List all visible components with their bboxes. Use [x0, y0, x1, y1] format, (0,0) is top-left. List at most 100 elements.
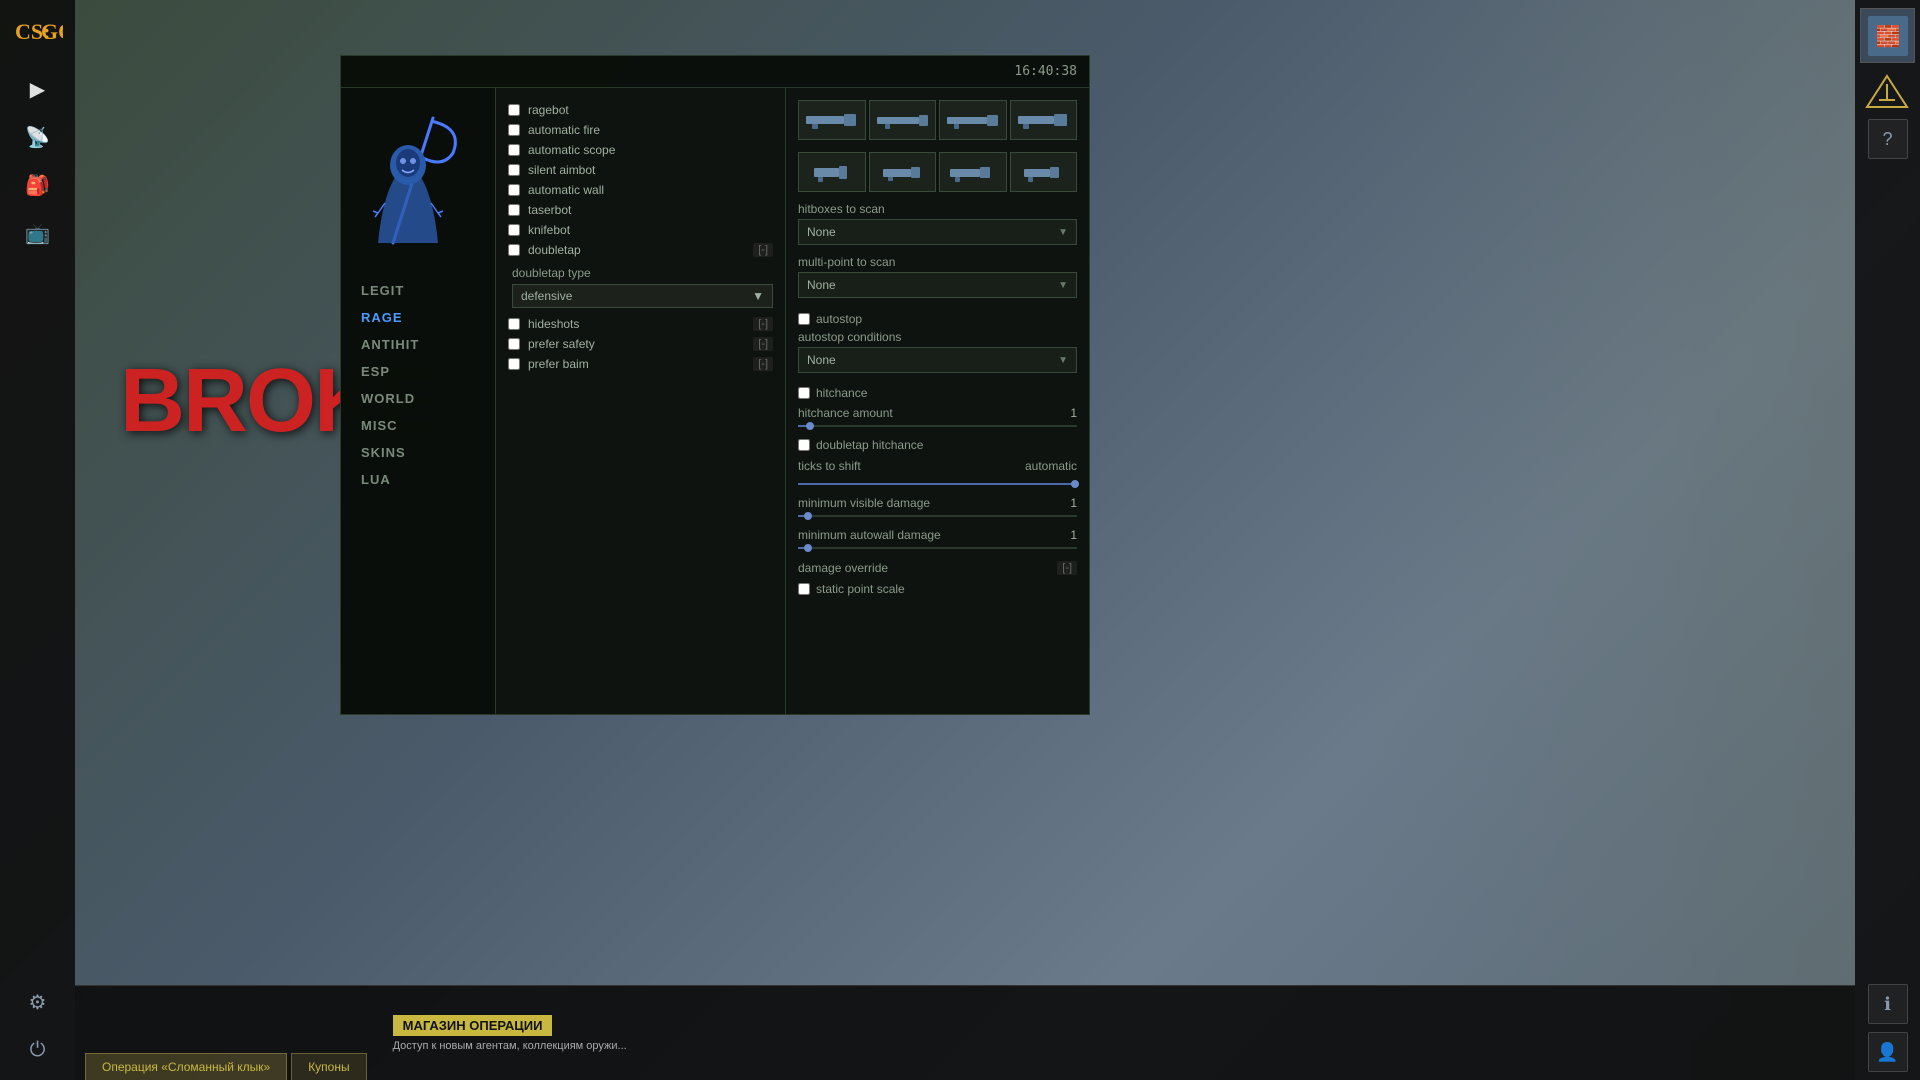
doubletap-item: doubletap [-]	[508, 240, 773, 260]
power-icon[interactable]: ⏻	[16, 1028, 60, 1072]
multipoint-value: None	[807, 278, 836, 292]
static-point-scale-row: static point scale	[798, 579, 1077, 599]
settings-icon[interactable]: ⚙	[16, 980, 60, 1024]
weapon-btn-3[interactable]	[939, 100, 1007, 140]
nav-esp[interactable]: ESP	[351, 359, 485, 384]
automatic-scope-label: automatic scope	[528, 143, 773, 157]
inventory-icon[interactable]: 🎒	[16, 163, 60, 207]
nav-legit[interactable]: LEGIT	[351, 278, 485, 303]
weapon-btn-7[interactable]	[939, 152, 1007, 192]
knifebot-checkbox[interactable]	[508, 224, 520, 236]
nav-rage[interactable]: RAGE	[351, 305, 485, 330]
doubletap-type-value: defensive	[521, 289, 572, 303]
right-panel: hitboxes to scan None ▼ multi-point to s…	[786, 88, 1089, 714]
weapon-btn-8[interactable]	[1010, 152, 1078, 192]
hacker-menu: 16:40:38	[340, 55, 1090, 715]
ragebot-checkbox[interactable]	[508, 104, 520, 116]
automatic-fire-checkbox[interactable]	[508, 124, 520, 136]
broadcast-icon[interactable]: 📡	[16, 115, 60, 159]
doubletap-label: doubletap	[528, 243, 745, 257]
automatic-wall-checkbox[interactable]	[508, 184, 520, 196]
hitchance-amount-value: 1	[1070, 406, 1077, 420]
left-sidebar: CS: GO ▶ 📡 🎒 📺 ⚙ ⏻	[0, 0, 75, 1080]
multipoint-label: multi-point to scan	[798, 255, 1077, 269]
doubletap-hitchance-label: doubletap hitchance	[816, 438, 1077, 452]
nav-misc[interactable]: MISC	[351, 413, 485, 438]
hitchance-row: hitchance	[798, 383, 1077, 403]
autostop-conditions-section: autostop conditions None ▼	[798, 330, 1077, 373]
weapon-btn-6[interactable]	[869, 152, 937, 192]
nav-skins[interactable]: SKINS	[351, 440, 485, 465]
logo-nav-section: LEGIT RAGE ANTIHIT ESP WORLD MISC SKINS …	[341, 88, 496, 714]
avatar[interactable]: 🧱	[1860, 8, 1915, 63]
hitboxes-dropdown[interactable]: None ▼	[798, 219, 1077, 245]
prefer-baim-keybind[interactable]: [-]	[753, 357, 773, 371]
min-autowall-damage-value: 1	[1070, 528, 1077, 542]
min-autowall-damage-slider[interactable]	[798, 547, 1077, 549]
hitchance-amount-slider[interactable]	[798, 425, 1077, 427]
ticks-to-shift-slider[interactable]	[798, 483, 1077, 485]
taserbot-checkbox[interactable]	[508, 204, 520, 216]
svg-text:GO: GO	[41, 19, 63, 44]
profile-icon[interactable]: 👤	[1868, 1032, 1908, 1072]
hideshots-label: hideshots	[528, 317, 745, 331]
ragebot-label: ragebot	[528, 103, 773, 117]
multipoint-arrow: ▼	[1058, 280, 1068, 291]
nav-world[interactable]: WORLD	[351, 386, 485, 411]
prefer-baim-checkbox[interactable]	[508, 358, 520, 370]
doubletap-checkbox[interactable]	[508, 244, 520, 256]
autostop-conditions-value: None	[807, 353, 836, 367]
damage-override-row: damage override [-]	[798, 557, 1077, 579]
hitchance-amount-row: hitchance amount 1	[798, 403, 1077, 423]
nav-lua[interactable]: LUA	[351, 467, 485, 492]
automatic-fire-item: automatic fire	[508, 120, 773, 140]
play-icon[interactable]: ▶	[16, 67, 60, 111]
min-visible-damage-slider[interactable]	[798, 515, 1077, 517]
weapon-btn-4[interactable]	[1010, 100, 1078, 140]
left-panel: ragebot automatic fire automatic scope s…	[496, 88, 786, 714]
hitchance-checkbox[interactable]	[798, 387, 810, 399]
prefer-baim-label: prefer baim	[528, 357, 745, 371]
automatic-scope-checkbox[interactable]	[508, 144, 520, 156]
tab-operation[interactable]: Операция «Сломанный клык»	[85, 1053, 287, 1080]
silent-aimbot-checkbox[interactable]	[508, 164, 520, 176]
min-visible-damage-row: minimum visible damage 1	[798, 493, 1077, 513]
promo-title[interactable]: МАГАЗИН ОПЕРАЦИИ	[393, 1015, 553, 1036]
hideshots-keybind[interactable]: [-]	[753, 317, 773, 331]
doubletap-type-dropdown[interactable]: defensive ▼	[512, 284, 773, 308]
nav-antihit[interactable]: ANTIHIT	[351, 332, 485, 357]
hitboxes-label: hitboxes to scan	[798, 202, 1077, 216]
autostop-row: autostop	[798, 308, 1077, 330]
damage-override-keybind[interactable]: [-]	[1057, 561, 1077, 575]
right-sidebar: 🧱 ? ℹ 👤	[1855, 0, 1920, 1080]
automatic-fire-label: automatic fire	[528, 123, 773, 137]
info-icon[interactable]: ℹ	[1868, 984, 1908, 1024]
hideshots-checkbox[interactable]	[508, 318, 520, 330]
prefer-safety-keybind[interactable]: [-]	[753, 337, 773, 351]
doubletap-type-section: doubletap type defensive ▼	[508, 266, 773, 308]
doubletap-keybind[interactable]: [-]	[753, 243, 773, 257]
weapon-grid-row1	[798, 100, 1077, 140]
autostop-conditions-dropdown[interactable]: None ▼	[798, 347, 1077, 373]
bottom-tabs: Операция «Сломанный клык» Купоны	[75, 986, 377, 1080]
doubletap-hitchance-checkbox[interactable]	[798, 439, 810, 451]
help-icon[interactable]: ?	[1868, 119, 1908, 159]
csgo-logo: CS: GO	[10, 8, 65, 53]
multipoint-dropdown[interactable]: None ▼	[798, 272, 1077, 298]
prefer-safety-checkbox[interactable]	[508, 338, 520, 350]
hitboxes-section: hitboxes to scan None ▼	[798, 202, 1077, 245]
menu-header: 16:40:38	[341, 56, 1089, 88]
static-point-scale-checkbox[interactable]	[798, 583, 810, 595]
prefer-baim-item: prefer baim [-]	[508, 354, 773, 374]
automatic-wall-item: automatic wall	[508, 180, 773, 200]
weapon-grid-row2	[798, 152, 1077, 192]
damage-override-label: damage override	[798, 561, 1057, 575]
tab-coupons[interactable]: Купоны	[291, 1053, 366, 1080]
promo-desc: Доступ к новым агентам, коллекциям оружи…	[393, 1040, 1839, 1052]
weapon-btn-5[interactable]	[798, 152, 866, 192]
static-point-scale-label: static point scale	[816, 582, 1077, 596]
watch-icon[interactable]: 📺	[16, 211, 60, 255]
autostop-checkbox[interactable]	[798, 313, 810, 325]
weapon-btn-1[interactable]	[798, 100, 866, 140]
weapon-btn-2[interactable]	[869, 100, 937, 140]
